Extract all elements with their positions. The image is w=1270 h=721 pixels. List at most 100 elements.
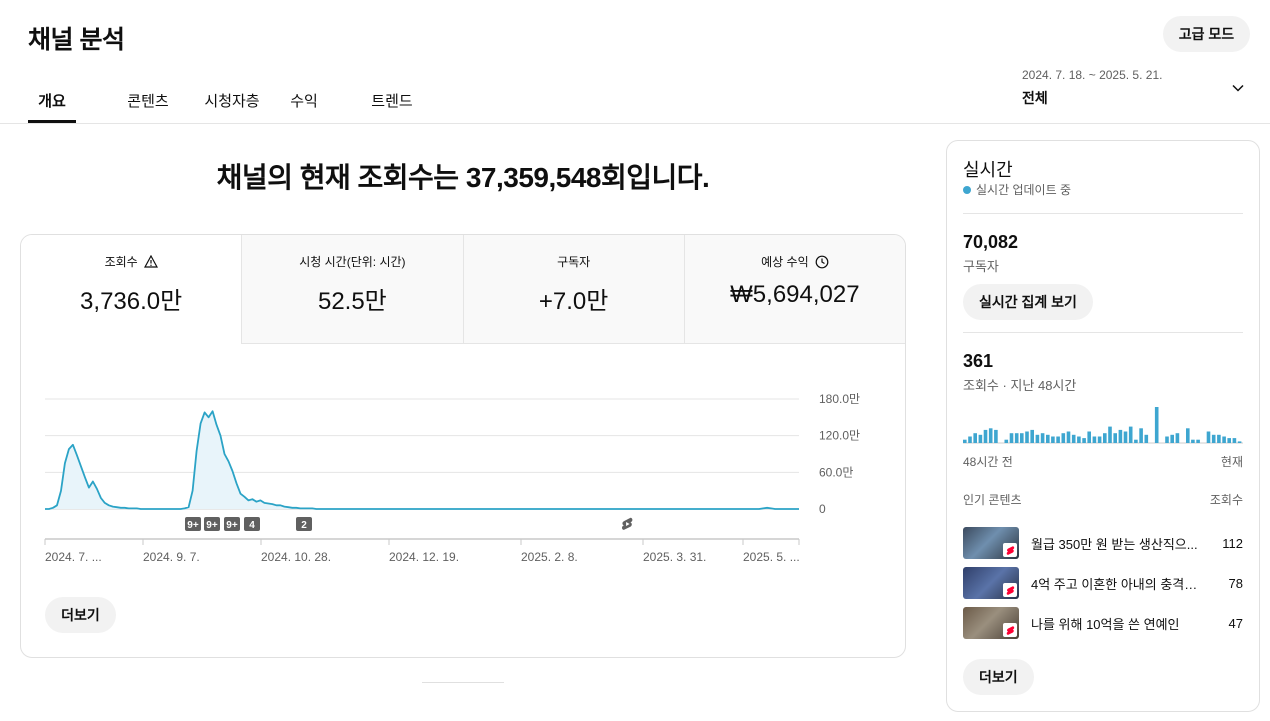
hourly-bar <box>1025 431 1029 443</box>
views-column-label: 조회수 <box>1209 493 1243 507</box>
hourly-bar <box>988 428 993 443</box>
realtime-status-text: 실시간 업데이트 중 <box>976 183 1071 197</box>
y-tick-label: 120.0만 <box>819 429 860 443</box>
subscribers-label: 구독자 <box>963 259 999 274</box>
video-thumbnail <box>963 567 1019 599</box>
tab-audience[interactable]: 시청자층 <box>202 74 262 123</box>
views-area <box>45 411 799 509</box>
hourly-bar <box>1077 436 1081 443</box>
views-line <box>45 410 799 510</box>
hourly-bar <box>1139 428 1143 443</box>
upload-marker: 9+ <box>185 517 201 531</box>
metric-tab-revenue[interactable]: 예상 수익 ₩5,694,027 <box>683 235 905 344</box>
tab-trends[interactable]: 트렌드 <box>368 74 416 123</box>
divider <box>422 682 504 683</box>
hourly-bar <box>968 436 972 443</box>
top-video-row[interactable]: 나를 위해 10억을 쓴 연예인 47 <box>963 607 1243 639</box>
page-header: 채널 분석 고급 모드 개요 콘텐츠 시청자층 수익 트렌드 2024. 7. … <box>0 0 1270 124</box>
video-title: 월급 350만 원 받는 생산직으... <box>1031 536 1198 552</box>
top-video-row[interactable]: 4억 주고 이혼한 아내의 충격적... 78 <box>963 567 1243 599</box>
hourly-bar <box>994 429 998 443</box>
metric-label: 조회수 <box>104 255 138 269</box>
hourly-bar <box>1123 431 1128 443</box>
shorts-icon <box>1003 543 1017 557</box>
hourly-bar <box>1170 434 1174 443</box>
metric-tabs: 조회수 3,736.0만 시청 시간(단위: 시간) 52.5만 구독자 +7.… <box>21 235 905 344</box>
realtime-subscribers: 70,082 <box>963 232 1019 252</box>
top-video-row[interactable]: 월급 350만 원 받는 생산직으... 112 <box>963 527 1243 559</box>
upload-marker: 9+ <box>224 517 240 531</box>
hourly-bar <box>1144 434 1149 443</box>
hourly-bar <box>1211 434 1216 443</box>
hourly-bar <box>1165 436 1169 443</box>
upload-marker-label: 9+ <box>226 520 238 531</box>
realtime-views-chart <box>963 407 1243 444</box>
video-title: 4억 주고 이혼한 아내의 충격적... <box>1031 576 1201 592</box>
date-range-label: 전체 <box>1022 90 1048 106</box>
hourly-bar <box>1237 441 1242 443</box>
metric-tab-watch-time[interactable]: 시청 시간(단위: 시간) 52.5만 <box>241 235 463 344</box>
shorts-icon <box>1003 583 1017 597</box>
x-tick-label: 2025. 2. 8. <box>521 550 578 564</box>
upload-marker-label: 9+ <box>187 520 199 531</box>
x-tick-label: 2025. 3. 31. <box>643 550 706 564</box>
hourly-bar <box>1222 436 1226 443</box>
tab-revenue[interactable]: 수익 <box>286 74 322 123</box>
top-content-label: 인기 콘텐츠 <box>963 493 1022 507</box>
page-title: 채널 분석 <box>28 26 125 54</box>
hourly-bar <box>1175 433 1180 443</box>
hourly-bar <box>1040 433 1045 443</box>
hourly-bar <box>963 439 967 443</box>
overview-card: 조회수 3,736.0만 시청 시간(단위: 시간) 52.5만 구독자 +7.… <box>20 234 906 658</box>
hourly-bar <box>1154 407 1159 443</box>
metric-value: 3,736.0만 <box>80 288 183 315</box>
metric-tab-views[interactable]: 조회수 3,736.0만 <box>21 235 242 344</box>
divider <box>963 213 1243 214</box>
video-views: 112 <box>1222 535 1243 551</box>
upload-marker-label: 9+ <box>206 520 218 531</box>
video-views: 78 <box>1228 575 1243 591</box>
hourly-bar <box>1206 431 1211 443</box>
upload-marker: 9+ <box>204 517 220 531</box>
hourly-bar <box>1020 433 1024 443</box>
hourly-bar <box>1232 438 1237 443</box>
upload-marker-label: 4 <box>249 520 255 531</box>
metric-value: +7.0만 <box>538 288 609 315</box>
y-tick-label: 0 <box>819 502 826 516</box>
tab-overview[interactable]: 개요 <box>28 74 76 123</box>
metric-tab-subscribers[interactable]: 구독자 +7.0만 <box>462 235 684 344</box>
metric-label: 구독자 <box>557 255 591 269</box>
views-chart: 180.0만 120.0만 60.0만 0 9+ 9+ 9+ 4 2 2024. 7. ... 20… <box>44 392 860 564</box>
more-button[interactable]: 더보기 <box>45 597 116 633</box>
date-range-text: 2024. 7. 18. ~ 2025. 5. 21. <box>1022 68 1163 82</box>
shorts-icon <box>621 517 633 530</box>
hourly-bar <box>1004 439 1009 443</box>
clock-icon <box>815 255 829 268</box>
views-48h-label: 조회수 · 지난 48시간 <box>963 378 1077 393</box>
date-range-selector[interactable]: 2024. 7. 18. ~ 2025. 5. 21. 전체 <box>1022 68 1250 112</box>
hourly-bar <box>1030 429 1034 443</box>
video-thumbnail <box>963 527 1019 559</box>
hourly-bar <box>1009 433 1014 443</box>
hourly-bar <box>973 433 977 443</box>
hourly-bar <box>1113 433 1117 443</box>
hourly-bar <box>1196 439 1200 443</box>
axis-start-label: 48시간 전 <box>963 455 1013 469</box>
hourly-bar <box>1118 429 1123 443</box>
realtime-title: 실시간 <box>963 160 1013 180</box>
hourly-bar <box>1092 436 1097 443</box>
hourly-bar <box>978 434 983 443</box>
metric-value: ₩5,694,027 <box>730 281 860 308</box>
advanced-mode-button[interactable]: 고급 모드 <box>1163 16 1250 52</box>
upload-marker: 2 <box>296 517 312 531</box>
hourly-bar <box>1134 439 1138 443</box>
tab-content[interactable]: 콘텐츠 <box>118 74 178 123</box>
chevron-down-icon <box>1232 84 1244 92</box>
more-button[interactable]: 더보기 <box>963 659 1034 695</box>
hourly-bar <box>1108 426 1112 443</box>
realtime-view-button[interactable]: 실시간 집계 보기 <box>963 284 1093 320</box>
hourly-bar <box>1103 433 1107 443</box>
realtime-views: 361 <box>963 351 994 371</box>
total-views-headline: 채널의 현재 조회수는 37,359,548회입니다. <box>216 162 710 193</box>
hourly-bar <box>1217 434 1221 443</box>
